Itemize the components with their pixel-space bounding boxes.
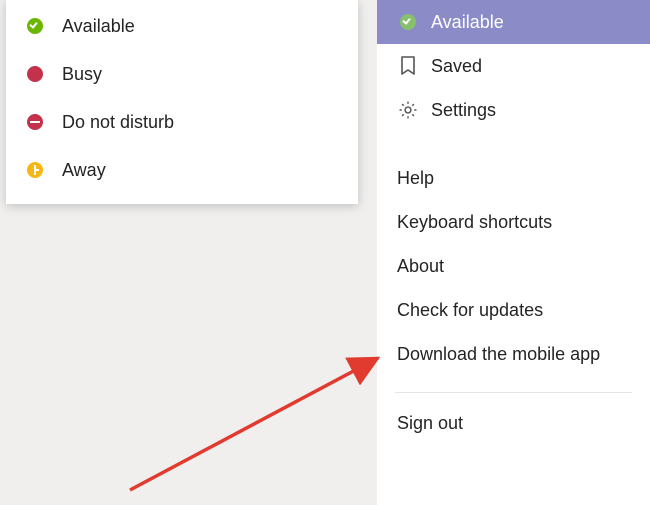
status-option-away[interactable]: Away bbox=[6, 146, 358, 194]
menu-label: Sign out bbox=[397, 413, 463, 434]
menu-item-settings[interactable]: Settings bbox=[377, 88, 650, 132]
busy-icon bbox=[26, 65, 44, 83]
menu-item-about[interactable]: About bbox=[377, 244, 650, 288]
menu-label: Help bbox=[397, 168, 434, 189]
status-submenu: Available Busy Do not disturb Away bbox=[6, 0, 358, 204]
menu-label: Settings bbox=[431, 100, 496, 121]
available-icon bbox=[26, 17, 44, 35]
menu-label: Keyboard shortcuts bbox=[397, 212, 552, 233]
menu-item-check-for-updates[interactable]: Check for updates bbox=[377, 288, 650, 332]
menu-label: About bbox=[397, 256, 444, 277]
dnd-icon bbox=[26, 113, 44, 131]
bookmark-icon bbox=[397, 55, 419, 77]
menu-item-help[interactable]: Help bbox=[377, 156, 650, 200]
menu-divider bbox=[395, 392, 632, 393]
status-option-label: Busy bbox=[62, 64, 102, 85]
available-icon bbox=[397, 11, 419, 33]
status-option-label: Available bbox=[62, 16, 135, 37]
menu-item-saved[interactable]: Saved bbox=[377, 44, 650, 88]
menu-label: Saved bbox=[431, 56, 482, 77]
away-icon bbox=[26, 161, 44, 179]
menu-item-download-mobile-app[interactable]: Download the mobile app bbox=[377, 332, 650, 376]
menu-label: Check for updates bbox=[397, 300, 543, 321]
status-option-busy[interactable]: Busy bbox=[6, 50, 358, 98]
status-option-do-not-disturb[interactable]: Do not disturb bbox=[6, 98, 358, 146]
profile-menu: Available Saved Settings Help Keyboard s… bbox=[377, 0, 650, 505]
status-option-label: Do not disturb bbox=[62, 112, 174, 133]
menu-item-keyboard-shortcuts[interactable]: Keyboard shortcuts bbox=[377, 200, 650, 244]
status-option-label: Away bbox=[62, 160, 106, 181]
menu-item-sign-out[interactable]: Sign out bbox=[377, 401, 650, 445]
menu-label: Download the mobile app bbox=[397, 344, 600, 365]
status-label: Available bbox=[431, 12, 504, 33]
gear-icon bbox=[397, 99, 419, 121]
status-row-selected[interactable]: Available bbox=[377, 0, 650, 44]
status-option-available[interactable]: Available bbox=[6, 2, 358, 50]
menu-gap bbox=[377, 132, 650, 156]
